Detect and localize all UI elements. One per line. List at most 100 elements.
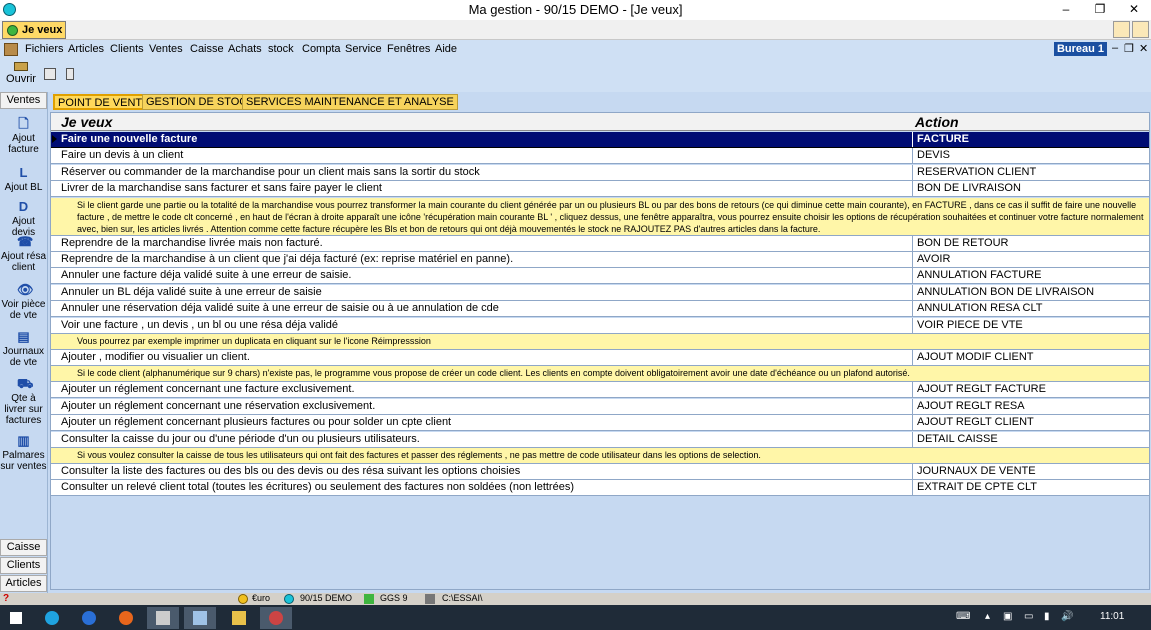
- menu-ventes[interactable]: Ventes: [149, 43, 183, 55]
- menu-fenetres[interactable]: Fenêtres: [387, 43, 430, 55]
- restore-button[interactable]: ❐: [1083, 0, 1117, 20]
- table-row[interactable]: Annuler un BL déja validé suite à une er…: [51, 284, 1149, 301]
- column-divider: [912, 235, 913, 251]
- table-row[interactable]: Consulter la liste des factures ou des b…: [51, 464, 1149, 480]
- open-label: Ouvrir: [6, 73, 36, 85]
- taskbar-ma-gestion[interactable]: [260, 607, 292, 629]
- table-row[interactable]: Reprendre de la marchandise livrée mais …: [51, 235, 1149, 252]
- tab-point-de-vente[interactable]: POINT DE VENTE: [53, 94, 155, 110]
- sidebar-item-voir-piece[interactable]: 👁 Voir pièce de vte: [0, 283, 47, 321]
- tool-icon[interactable]: [66, 68, 74, 80]
- help-icon[interactable]: ?: [3, 593, 9, 604]
- table-row[interactable]: Ajouter un réglement concernant plusieur…: [51, 415, 1149, 432]
- sidebar-header-ventes[interactable]: Ventes: [0, 92, 47, 109]
- open-button[interactable]: Ouvrir: [3, 60, 39, 85]
- taskbar-edge[interactable]: [36, 607, 68, 629]
- table-row[interactable]: Ajouter un réglement concernant une rése…: [51, 398, 1149, 415]
- cell-je-veux: Ajouter , modifier ou visualier un clien…: [61, 351, 250, 363]
- cell-action: AJOUT REGLT CLIENT: [917, 416, 1034, 429]
- battery-icon[interactable]: ▮: [1044, 611, 1050, 622]
- table-row[interactable]: Livrer de la marchandise sans facturer e…: [51, 181, 1149, 198]
- table-row[interactable]: Consulter la caisse du jour ou d'une pér…: [51, 431, 1149, 448]
- taskbar-ie[interactable]: [73, 607, 105, 629]
- menu-clients[interactable]: Clients: [110, 43, 144, 55]
- sidebar-item-ajout-resa[interactable]: ☎ Ajout résa client: [0, 235, 47, 273]
- start-button[interactable]: [0, 607, 32, 629]
- window-titlebar: Ma gestion - 90/15 DEMO - [Je veux] – ❐ …: [0, 0, 1151, 20]
- sidebar-footer-clients[interactable]: Clients: [0, 557, 47, 574]
- network-icon[interactable]: ▣: [1003, 611, 1012, 622]
- sidebar-item-ajout-facture[interactable]: 🗋 Ajout facture: [0, 117, 47, 155]
- cell-action: AJOUT REGLT RESA: [917, 399, 1025, 412]
- table-row[interactable]: Annuler une facture déja validé suite à …: [51, 268, 1149, 285]
- display-icon[interactable]: ▭: [1024, 611, 1033, 622]
- menu-compta[interactable]: Compta: [302, 43, 341, 55]
- sidebar-item-palmares[interactable]: ▥ Palmares sur ventes: [0, 434, 47, 472]
- table-row[interactable]: Faire une nouvelle facture FACTURE: [51, 132, 1149, 148]
- menu-achats[interactable]: Achats: [228, 43, 262, 55]
- taskbar-app-2[interactable]: [184, 607, 216, 629]
- app-window-icon: [156, 611, 170, 625]
- table-row[interactable]: Reprendre de la marchandise à un client …: [51, 252, 1149, 268]
- calculator-icon[interactable]: [44, 68, 56, 80]
- column-header-action[interactable]: Action: [915, 114, 959, 130]
- cell-je-veux: Reprendre de la marchandise à un client …: [61, 253, 514, 265]
- clock[interactable]: 11:01: [1100, 611, 1124, 622]
- tray-up-icon[interactable]: ▴: [985, 611, 990, 622]
- taskbar-explorer[interactable]: [223, 607, 255, 629]
- grid-header: Je veux Action: [51, 113, 1149, 131]
- taskbar-firefox[interactable]: [110, 607, 142, 629]
- cell-action: AJOUT MODIF CLIENT: [917, 351, 1034, 363]
- doc-tab-je-veux[interactable]: Je veux: [2, 21, 66, 39]
- sidebar-item-ajout-devis[interactable]: D Ajout devis: [0, 200, 47, 238]
- cell-je-veux: Faire une nouvelle facture: [61, 133, 198, 145]
- grid-note: Si le code client (alphanumérique sur 9 …: [51, 366, 1149, 383]
- mdi-close-button[interactable]: ✕: [1139, 42, 1148, 55]
- menu-aide[interactable]: Aide: [435, 43, 457, 55]
- table-row[interactable]: Voir une facture , un devis , un bl ou u…: [51, 317, 1149, 334]
- cell-action: ANNULATION FACTURE: [917, 269, 1042, 282]
- menu-service[interactable]: Service: [345, 43, 382, 55]
- user-settings-icon[interactable]: [1113, 21, 1130, 38]
- column-divider: [912, 464, 913, 479]
- column-divider: [912, 415, 913, 431]
- volume-icon[interactable]: 🔊: [1061, 611, 1073, 622]
- minimize-button[interactable]: –: [1049, 0, 1083, 20]
- grid-note: Vous pourrez par exemple imprimer un dup…: [51, 334, 1149, 350]
- column-divider: [912, 148, 913, 164]
- taskbar-app-1[interactable]: [147, 607, 179, 629]
- sidebar-item-ajout-bl[interactable]: L Ajout BL: [0, 166, 47, 193]
- row-pointer-icon: [52, 135, 57, 143]
- table-row[interactable]: Annuler une réservation déja validé suit…: [51, 301, 1149, 318]
- table-row[interactable]: Réserver ou commander de la marchandise …: [51, 164, 1149, 181]
- mdi-app-icon[interactable]: [4, 43, 18, 56]
- column-header-je-veux[interactable]: Je veux: [61, 114, 112, 130]
- table-row[interactable]: Ajouter un réglement concernant une fact…: [51, 382, 1149, 399]
- cell-je-veux: Livrer de la marchandise sans facturer e…: [61, 182, 382, 195]
- sidebar-item-journaux[interactable]: ▤ Journaux de vte: [0, 330, 47, 368]
- users-icon[interactable]: [1132, 21, 1149, 38]
- euro-coin-icon: [238, 594, 248, 604]
- mdi-minimize-button[interactable]: –: [1112, 42, 1118, 54]
- cell-action: BON DE RETOUR: [917, 236, 1009, 249]
- sidebar-footer-caisse[interactable]: Caisse: [0, 539, 47, 556]
- table-row[interactable]: Consulter un relevé client total (toutes…: [51, 480, 1149, 497]
- close-button[interactable]: ✕: [1117, 0, 1151, 20]
- tab-services-maintenance[interactable]: SERVICES MAINTENANCE ET ANALYSE: [242, 94, 458, 110]
- table-row[interactable]: Ajouter , modifier ou visualier un clien…: [51, 350, 1149, 366]
- menu-caisse[interactable]: Caisse: [190, 43, 224, 55]
- table-row[interactable]: Faire un devis à un client DEVIS: [51, 148, 1149, 165]
- statusbar: ? €uro 90/15 DEMO GGS 9 C:\ESSAI\: [0, 593, 1151, 605]
- column-divider: [912, 480, 913, 496]
- mdi-restore-button[interactable]: ❐: [1124, 42, 1134, 55]
- cell-je-veux: Annuler une facture déja validé suite à …: [61, 269, 352, 282]
- sidebar-item-label: Ajout BL: [4, 182, 43, 193]
- sidebar-item-qte-livrer[interactable]: ⛟ Qte à livrer sur factures: [0, 377, 47, 426]
- bureau-selector[interactable]: Bureau 1: [1054, 42, 1107, 56]
- keyboard-icon[interactable]: ⌨: [956, 611, 970, 622]
- menu-articles[interactable]: Articles: [68, 43, 104, 55]
- sidebar-footer-articles[interactable]: Articles: [0, 575, 47, 592]
- folder-icon: [232, 611, 246, 625]
- menu-fichiers[interactable]: Fichiers: [25, 43, 64, 55]
- menu-stock[interactable]: stock: [268, 43, 294, 55]
